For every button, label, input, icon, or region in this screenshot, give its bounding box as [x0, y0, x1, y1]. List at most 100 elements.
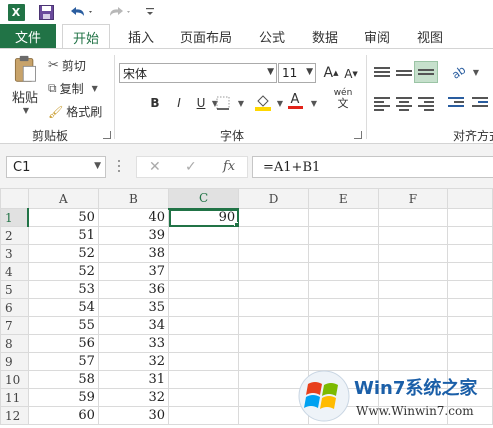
- column-header-a[interactable]: A: [27, 188, 99, 209]
- cell-c[interactable]: [168, 226, 240, 245]
- cell-c[interactable]: [168, 244, 240, 263]
- cell-b[interactable]: 32: [97, 388, 170, 407]
- cell-d[interactable]: [238, 280, 309, 299]
- cell-f[interactable]: [377, 262, 449, 281]
- column-header-f[interactable]: F: [377, 188, 449, 209]
- column-header-b[interactable]: B: [97, 188, 170, 209]
- column-header-extra[interactable]: [447, 188, 493, 209]
- cell-c[interactable]: [168, 370, 240, 389]
- cell-d[interactable]: [238, 208, 309, 227]
- cell-d[interactable]: [238, 226, 309, 245]
- cell-f[interactable]: [377, 208, 449, 227]
- cell-a[interactable]: 54: [27, 298, 99, 317]
- cell-d[interactable]: [238, 316, 309, 335]
- row-header[interactable]: 10: [0, 370, 29, 389]
- column-header-c[interactable]: C: [168, 188, 240, 210]
- insert-function-icon[interactable]: fx: [223, 159, 235, 174]
- cell-a[interactable]: 57: [27, 352, 99, 371]
- cell-b[interactable]: 31: [97, 370, 170, 389]
- cell-c[interactable]: [168, 298, 240, 317]
- tab-home[interactable]: 开始: [62, 24, 110, 49]
- cell-a[interactable]: 52: [27, 262, 99, 281]
- cell-c[interactable]: [168, 388, 240, 407]
- cell-f[interactable]: [377, 226, 449, 245]
- column-header-d[interactable]: D: [238, 188, 309, 209]
- cell-c[interactable]: [168, 334, 240, 353]
- cell-e[interactable]: [307, 316, 379, 335]
- cell-x[interactable]: [447, 334, 493, 353]
- cell-d[interactable]: [238, 334, 309, 353]
- cell-x[interactable]: [447, 208, 493, 227]
- cell-b[interactable]: 33: [97, 334, 170, 353]
- cell-a[interactable]: 60: [27, 406, 99, 425]
- cell-x[interactable]: [447, 316, 493, 335]
- cell-b[interactable]: 38: [97, 244, 170, 263]
- cell-a[interactable]: 52: [27, 244, 99, 263]
- tab-review[interactable]: 审阅: [364, 24, 390, 48]
- italic-button[interactable]: I: [170, 94, 188, 112]
- select-all-corner[interactable]: [0, 188, 29, 209]
- cell-e[interactable]: [307, 226, 379, 245]
- shrink-font-button[interactable]: A ▼: [342, 65, 360, 83]
- cell-b[interactable]: 32: [97, 352, 170, 371]
- tab-file[interactable]: 文件: [0, 24, 56, 48]
- paste-button[interactable]: 粘贴 ▼: [8, 55, 42, 115]
- cell-c[interactable]: [168, 280, 240, 299]
- chevron-down-icon[interactable]: ▼: [466, 63, 484, 81]
- cell-e[interactable]: [307, 280, 379, 299]
- bold-button[interactable]: B: [146, 94, 164, 112]
- chevron-down-icon[interactable]: ▼: [231, 94, 249, 112]
- save-icon[interactable]: [36, 2, 56, 22]
- row-header[interactable]: 7: [0, 316, 29, 335]
- increase-indent-icon[interactable]: [472, 97, 488, 111]
- cell-b[interactable]: 35: [97, 298, 170, 317]
- cell-b[interactable]: 37: [97, 262, 170, 281]
- redo-icon[interactable]: [104, 2, 134, 22]
- cell-c[interactable]: [168, 406, 240, 425]
- cell-f[interactable]: [377, 280, 449, 299]
- active-cell[interactable]: 90: [168, 208, 240, 227]
- tab-insert[interactable]: 插入: [128, 24, 154, 48]
- row-header[interactable]: 9: [0, 352, 29, 371]
- cell-a[interactable]: 55: [27, 316, 99, 335]
- cell-e[interactable]: [307, 244, 379, 263]
- enter-icon[interactable]: ✓: [185, 159, 197, 175]
- cell-b[interactable]: 34: [97, 316, 170, 335]
- tab-view[interactable]: 视图: [417, 24, 443, 48]
- row-header[interactable]: 11: [0, 388, 29, 407]
- font-launcher-icon[interactable]: [354, 131, 362, 139]
- font-color-button[interactable]: A: [286, 92, 304, 110]
- undo-icon[interactable]: [66, 2, 96, 22]
- decrease-indent-icon[interactable]: [448, 97, 464, 111]
- cancel-icon[interactable]: ✕: [149, 159, 161, 175]
- cell-f[interactable]: [377, 244, 449, 263]
- row-header[interactable]: 2: [0, 226, 29, 245]
- cell-a[interactable]: 59: [27, 388, 99, 407]
- cell-b[interactable]: 30: [97, 406, 170, 425]
- column-header-e[interactable]: E: [307, 188, 379, 209]
- tab-data[interactable]: 数据: [312, 24, 338, 48]
- cell-e[interactable]: [307, 208, 379, 227]
- cut-button[interactable]: ✂ 剪切: [48, 57, 86, 74]
- cell-x[interactable]: [447, 244, 493, 263]
- cell-x[interactable]: [447, 262, 493, 281]
- cell-a[interactable]: 50: [27, 208, 99, 227]
- row-header[interactable]: 6: [0, 298, 29, 317]
- row-header[interactable]: 12: [0, 406, 29, 425]
- cell-a[interactable]: 53: [27, 280, 99, 299]
- copy-button[interactable]: ⧉ 复制 ▼: [48, 80, 98, 97]
- cell-e[interactable]: [307, 334, 379, 353]
- align-bottom-button[interactable]: [414, 61, 438, 83]
- border-button[interactable]: [214, 94, 232, 112]
- formula-input[interactable]: =A1+B1: [252, 156, 493, 178]
- align-top-icon[interactable]: [374, 67, 390, 81]
- cell-x[interactable]: [447, 226, 493, 245]
- cell-a[interactable]: 56: [27, 334, 99, 353]
- cell-c[interactable]: [168, 262, 240, 281]
- align-center-icon[interactable]: [396, 97, 412, 111]
- name-box[interactable]: C1 ▼: [6, 156, 106, 178]
- row-header[interactable]: 3: [0, 244, 29, 263]
- cell-f[interactable]: [377, 316, 449, 335]
- clipboard-launcher-icon[interactable]: [103, 131, 111, 139]
- font-name-select[interactable]: 宋体 ▼: [119, 63, 277, 83]
